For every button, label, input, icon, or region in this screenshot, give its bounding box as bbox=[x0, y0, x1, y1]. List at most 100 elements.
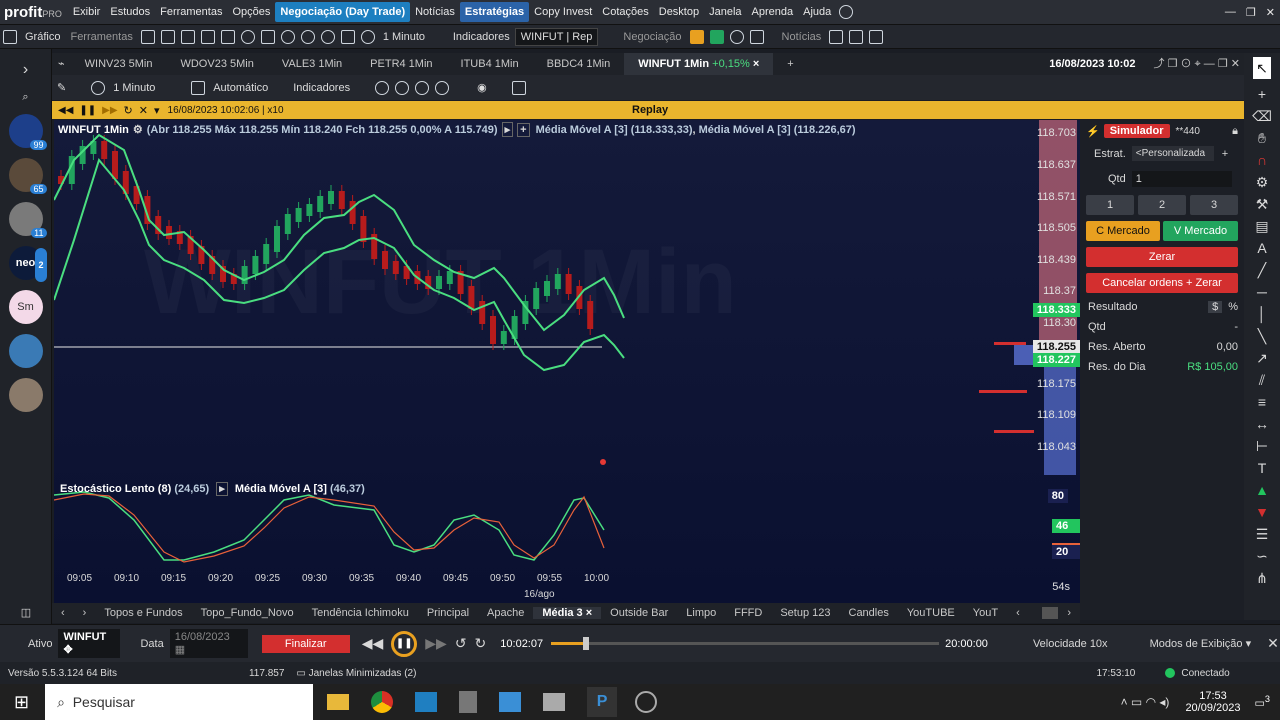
notification-icon[interactable]: ▭3 bbox=[1255, 694, 1271, 710]
settings-icon[interactable]: ⚙ bbox=[1244, 171, 1280, 193]
tab-wdov23[interactable]: WDOV23 5Min bbox=[166, 53, 267, 75]
menu-desktop[interactable]: Desktop bbox=[654, 6, 704, 18]
hand-icon[interactable]: ✋︎ bbox=[1244, 127, 1280, 149]
grid-icon[interactable] bbox=[140, 29, 155, 44]
add-tab-icon[interactable]: + bbox=[773, 53, 807, 75]
menu-janela[interactable]: Janela bbox=[704, 6, 746, 18]
step-forward-icon[interactable]: ↻ bbox=[475, 635, 487, 652]
lock-icon[interactable]: 🔒︎ bbox=[1232, 125, 1238, 138]
layout-tab[interactable]: FFFD bbox=[725, 607, 771, 619]
step-back-icon[interactable]: ↺ bbox=[455, 635, 467, 652]
zoom-fit-icon[interactable] bbox=[320, 29, 335, 44]
tab-vale3[interactable]: VALE3 1Min bbox=[268, 53, 356, 75]
menu-exibir[interactable]: Exibir bbox=[68, 6, 106, 18]
tray-icons[interactable]: ˄ ▭ ◠ ◂) bbox=[1121, 695, 1170, 709]
t-icon[interactable]: T bbox=[1244, 457, 1280, 479]
layout-tab-active[interactable]: Média 3 × bbox=[533, 607, 602, 619]
pause-button[interactable]: ❚❚ bbox=[391, 630, 418, 657]
restore-icon[interactable]: ❐ bbox=[1241, 6, 1261, 19]
menu-negociacao[interactable]: Negociação (Day Trade) bbox=[275, 2, 411, 22]
menu-cotacoes[interactable]: Cotações bbox=[597, 6, 653, 18]
zoom-out-icon[interactable] bbox=[300, 29, 315, 44]
estrat-select[interactable]: <Personalizada bbox=[1131, 146, 1214, 161]
layout-tab[interactable]: Tendência Ichimoku bbox=[303, 607, 418, 619]
qty-1-button[interactable]: 1 bbox=[1086, 195, 1134, 215]
modos-select[interactable]: Modos de Exibição ▾ bbox=[1150, 637, 1252, 650]
data-input[interactable]: 16/08/2023 ▦ bbox=[169, 629, 248, 658]
zoom-fit-icon[interactable] bbox=[415, 80, 430, 95]
taskbar-search[interactable]: ⌕ Pesquisar bbox=[45, 684, 314, 720]
arrow-up-icon[interactable]: ▲ bbox=[1244, 479, 1280, 501]
channel-icon[interactable]: ⫽ bbox=[1244, 369, 1280, 391]
clock-icon[interactable] bbox=[240, 29, 255, 44]
dollar-toggle[interactable]: $ bbox=[1208, 301, 1223, 313]
avatar[interactable] bbox=[8, 378, 43, 412]
avatar[interactable]: 65 bbox=[8, 158, 47, 194]
scale-icon[interactable] bbox=[191, 80, 206, 95]
windows-start-icon[interactable]: ⊞ bbox=[14, 692, 29, 713]
price-chart[interactable]: WINFUT 1Min WINFUT 1Min ⚙ (Abr 118.255 M… bbox=[54, 120, 1080, 604]
tools-icon[interactable] bbox=[511, 80, 526, 95]
zoom-in-icon[interactable] bbox=[375, 80, 390, 95]
tab-petr4[interactable]: PETR4 1Min bbox=[356, 53, 446, 75]
target-icon[interactable] bbox=[435, 80, 450, 95]
folder-icon[interactable] bbox=[327, 694, 350, 710]
clock[interactable]: 17:53 20/09/2023 bbox=[1185, 690, 1240, 714]
avatar[interactable]: neo 2 bbox=[8, 246, 47, 282]
layers-icon[interactable] bbox=[340, 29, 355, 44]
asset-select[interactable]: WINFUT | Rep bbox=[514, 27, 599, 46]
app-icon[interactable] bbox=[415, 692, 438, 712]
avatar[interactable]: 11 bbox=[8, 202, 47, 238]
fork-icon[interactable]: ⋔ bbox=[1244, 567, 1280, 589]
tab-winfut[interactable]: WINFUT 1Min +0,15% × bbox=[624, 53, 774, 75]
profit-icon[interactable]: P bbox=[587, 687, 618, 717]
ray-icon[interactable]: ↗ bbox=[1244, 347, 1280, 369]
chrome-icon[interactable] bbox=[371, 691, 394, 713]
price-axis[interactable]: 118.703 118.637 118.571 118.505 118.439 … bbox=[1028, 120, 1080, 604]
avatar[interactable] bbox=[8, 334, 43, 368]
curve-icon[interactable]: ∽ bbox=[1244, 545, 1280, 567]
calculator-icon[interactable] bbox=[459, 691, 478, 713]
next-icon[interactable]: › bbox=[74, 607, 96, 619]
chart-icon[interactable]: ⌁ bbox=[52, 53, 71, 75]
zoom-out-icon[interactable] bbox=[395, 80, 410, 95]
tab-bbdc4[interactable]: BBDC4 1Min bbox=[533, 53, 625, 75]
layout-tab[interactable]: Candles bbox=[840, 607, 898, 619]
avatar[interactable]: Sm bbox=[8, 290, 43, 324]
pause-icon[interactable]: ❚❚ bbox=[79, 105, 96, 116]
trend-icon[interactable]: ╲ bbox=[1244, 325, 1280, 347]
finalizar-button[interactable]: Finalizar bbox=[261, 634, 350, 653]
qtd-input[interactable]: 1 bbox=[1131, 171, 1232, 187]
text-icon[interactable]: A bbox=[1244, 237, 1280, 259]
minimized-windows[interactable]: ▭ Janelas Minimizadas (2) bbox=[296, 668, 416, 679]
measure-icon[interactable]: ⊢ bbox=[1244, 435, 1280, 457]
settings-icon[interactable] bbox=[260, 29, 275, 44]
minimize-icon[interactable]: — bbox=[1220, 6, 1241, 18]
tools-icon[interactable]: ⚒ bbox=[1244, 193, 1280, 215]
chart-interval-select[interactable]: 1 Minuto bbox=[108, 82, 188, 94]
rewind-icon[interactable]: ◀◀ bbox=[58, 105, 73, 116]
simulador-badge[interactable]: Simulador bbox=[1103, 124, 1170, 138]
cancel-orders-button[interactable]: Cancelar ordens + Zerar bbox=[1086, 273, 1238, 293]
close-icon[interactable]: ✕ bbox=[1267, 635, 1279, 652]
dropdown-icon[interactable]: ▾ bbox=[154, 104, 160, 117]
window-controls[interactable]: ⤴ ❐ ⊙ ⌖ — ❐ ✕ bbox=[1150, 53, 1244, 75]
grafico-button[interactable]: Gráfico bbox=[20, 31, 65, 43]
account-select[interactable]: **440 bbox=[1176, 126, 1200, 137]
reload-icon[interactable]: ↻ bbox=[124, 104, 133, 117]
cursor-icon[interactable]: ↖ bbox=[1253, 57, 1271, 79]
next-icon[interactable]: › bbox=[1058, 607, 1080, 619]
menu-copy-invest[interactable]: Copy Invest bbox=[529, 6, 597, 18]
progress-track[interactable] bbox=[551, 637, 940, 650]
printer-icon[interactable] bbox=[543, 693, 566, 711]
list-icon[interactable]: ☰ bbox=[1244, 523, 1280, 545]
rewind-icon[interactable]: ◀◀ bbox=[362, 635, 384, 652]
fib-icon[interactable]: ≡ bbox=[1244, 391, 1280, 413]
layout-tab[interactable]: Topos e Fundos bbox=[95, 607, 191, 619]
layout-tab[interactable]: Setup 123 bbox=[771, 607, 839, 619]
eraser-icon[interactable]: ⌫ bbox=[1244, 105, 1280, 127]
gauge-icon[interactable] bbox=[635, 691, 658, 713]
vline-icon[interactable]: │ bbox=[1244, 303, 1280, 325]
eye-icon[interactable]: ◉ bbox=[472, 81, 492, 94]
layers-icon[interactable]: ▤ bbox=[1244, 215, 1280, 237]
